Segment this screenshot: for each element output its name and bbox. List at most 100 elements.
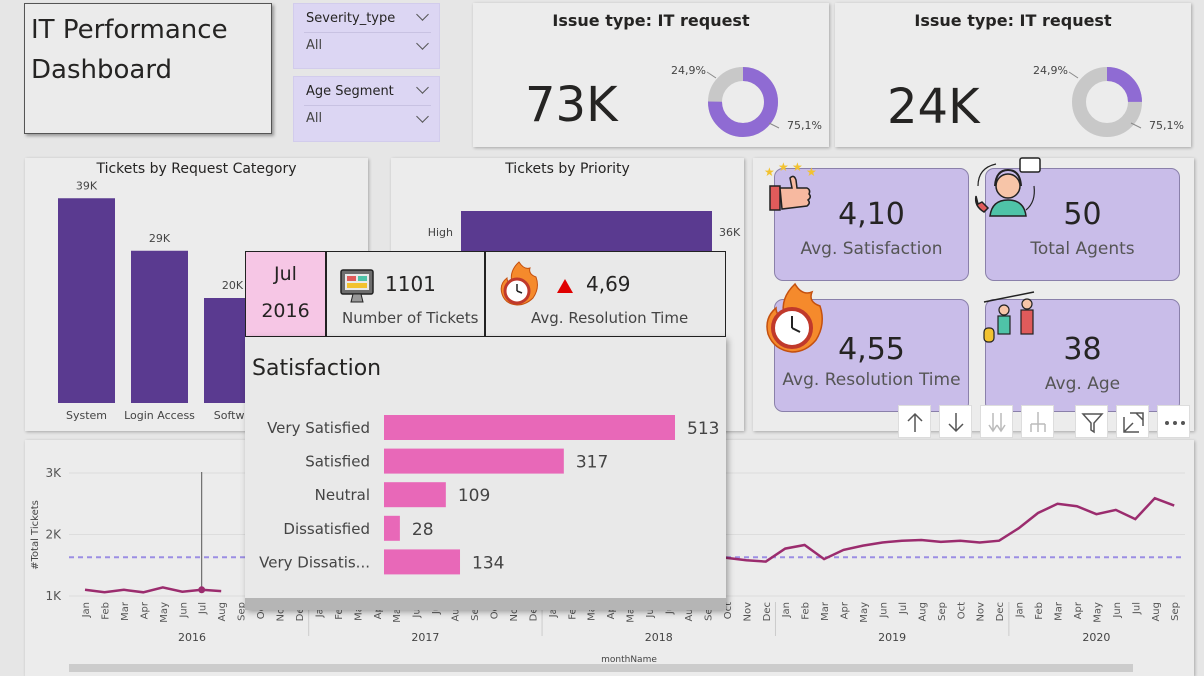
year-label: 2018 <box>645 631 673 644</box>
star-icon: ★ <box>792 162 803 174</box>
star-icon: ★ <box>764 165 775 179</box>
slicer-label: Severity_type <box>306 11 396 26</box>
data-label: 29K <box>149 232 171 245</box>
donut-leader <box>768 122 780 129</box>
donut-pct-a: 24,9% <box>671 64 706 77</box>
kpi-value: 24K <box>887 79 980 135</box>
x-tick-label: Jun <box>878 602 889 619</box>
x-tick-label: May <box>159 602 170 623</box>
x-tick-label: Aug <box>917 602 928 622</box>
focus-mode-icon <box>1123 412 1144 433</box>
arrow-up-icon <box>907 412 923 432</box>
star-icon: ★ <box>806 165 817 179</box>
slicer-divider <box>304 105 431 106</box>
dashboard-title: IT Performance Dashboard <box>24 3 272 134</box>
donut-pct-a: 24,9% <box>1033 64 1068 77</box>
agent-head <box>995 173 1021 199</box>
x-tick-label: May <box>1092 602 1103 623</box>
donut-leader <box>706 71 717 79</box>
monitor-stand <box>350 293 364 303</box>
bar[interactable] <box>461 211 712 251</box>
chevron-down-icon[interactable] <box>416 110 429 123</box>
slicer-value[interactable]: All <box>306 38 322 53</box>
tile-label: Avg. Satisfaction <box>800 239 943 259</box>
category-label: Very Dissatis... <box>259 553 370 571</box>
drill-down-button[interactable] <box>939 405 972 438</box>
x-tick-label: Jan <box>781 602 792 618</box>
tooltip-tickets-value: 1101 <box>385 272 436 296</box>
x-tick-label: Apr <box>1073 601 1084 619</box>
year-label: 2020 <box>1082 631 1110 644</box>
focus-mode-button[interactable] <box>1116 405 1149 438</box>
kpi-value: 73K <box>525 77 618 133</box>
x-tick-label: Sep <box>937 602 948 621</box>
kpi-card-2[interactable]: Issue type: IT request 24K 24,9% 75,1% <box>835 3 1191 147</box>
arrow-down-icon <box>948 413 964 433</box>
x-tick-label: Mar <box>1054 601 1065 621</box>
x-tick-label: Jul <box>1131 602 1142 615</box>
coin <box>983 327 995 343</box>
x-tick-label: Aug <box>1151 602 1162 622</box>
slicer-label: Age Segment <box>306 84 394 99</box>
person-head <box>998 304 1010 316</box>
donut-pct-b: 75,1% <box>1149 119 1184 132</box>
y-tick-label: 2K <box>45 528 62 542</box>
horizontal-scrollbar[interactable] <box>69 664 1133 672</box>
data-label: 39K <box>76 179 98 192</box>
bar[interactable] <box>131 250 188 403</box>
tooltip-satisfaction-panel: Satisfaction Very Satisfied 513 Satisfied 3… <box>245 337 726 610</box>
hover-point[interactable] <box>198 586 206 594</box>
x-tick-label: Sep <box>1170 602 1181 621</box>
screen-tile <box>347 276 356 281</box>
category-label: Dissatisfied <box>283 520 370 538</box>
screen-tile <box>358 276 367 281</box>
x-tick-label: Dec <box>995 602 1006 621</box>
fire-clock-icon <box>766 282 823 353</box>
x-tick-label: Apr <box>840 601 851 619</box>
data-label: 28 <box>412 520 434 540</box>
person-head <box>1021 298 1033 310</box>
x-tick-label: Oct <box>956 602 967 619</box>
data-label: 513 <box>687 419 719 439</box>
slicer-divider <box>304 32 431 33</box>
chevron-down-icon[interactable] <box>416 81 429 94</box>
year-label: 2019 <box>878 631 906 644</box>
bar <box>384 515 400 541</box>
x-tick-label: Nov <box>976 602 987 622</box>
more-options-button[interactable] <box>1157 405 1190 438</box>
cycle-arrow <box>1025 185 1035 211</box>
bar[interactable] <box>58 198 115 403</box>
x-tick-label: Mar <box>820 601 831 621</box>
tile-label: Total Agents <box>1030 239 1135 259</box>
kpi-title: Issue type: IT request <box>914 11 1112 30</box>
kpi-title: Issue type: IT request <box>552 11 750 30</box>
thumbs-up-cuff <box>769 185 781 211</box>
bar <box>384 549 461 575</box>
thumbs-up-icon: ★ ★ ★ ★ <box>764 162 817 211</box>
filter-button[interactable] <box>1075 405 1108 438</box>
x-tick-label: Aug <box>217 602 228 622</box>
x-tick-label: Mar <box>120 601 131 621</box>
expand-all-levels-button[interactable] <box>980 405 1013 438</box>
bar <box>384 415 675 440</box>
person-body <box>1020 309 1034 335</box>
chevron-down-icon[interactable] <box>416 37 429 50</box>
triangle-up-icon <box>557 279 573 293</box>
year-label: 2017 <box>411 631 439 644</box>
year-label: 2016 <box>178 631 206 644</box>
person-body <box>997 315 1011 335</box>
drill-up-button[interactable] <box>898 405 931 438</box>
expand-next-level-button[interactable] <box>1021 405 1054 438</box>
tooltip-date-box: Jul 2016 <box>245 251 326 337</box>
slicer-value[interactable]: All <box>306 111 322 126</box>
tooltip-month: Jul <box>274 263 297 285</box>
bar <box>384 482 446 508</box>
severity-type-slicer[interactable]: Severity_type All <box>293 3 440 69</box>
category-label: System <box>66 409 107 422</box>
chevron-down-icon[interactable] <box>416 8 429 21</box>
kpi-card-1[interactable]: Issue type: IT request 73K 24,9% 75,1% <box>473 3 829 147</box>
tooltip-resolution-value: 4,69 <box>586 272 631 296</box>
age-segment-slicer[interactable]: Age Segment All <box>293 76 440 142</box>
y-tick-label: 3K <box>45 466 62 480</box>
x-tick-label: Dec <box>762 602 773 621</box>
